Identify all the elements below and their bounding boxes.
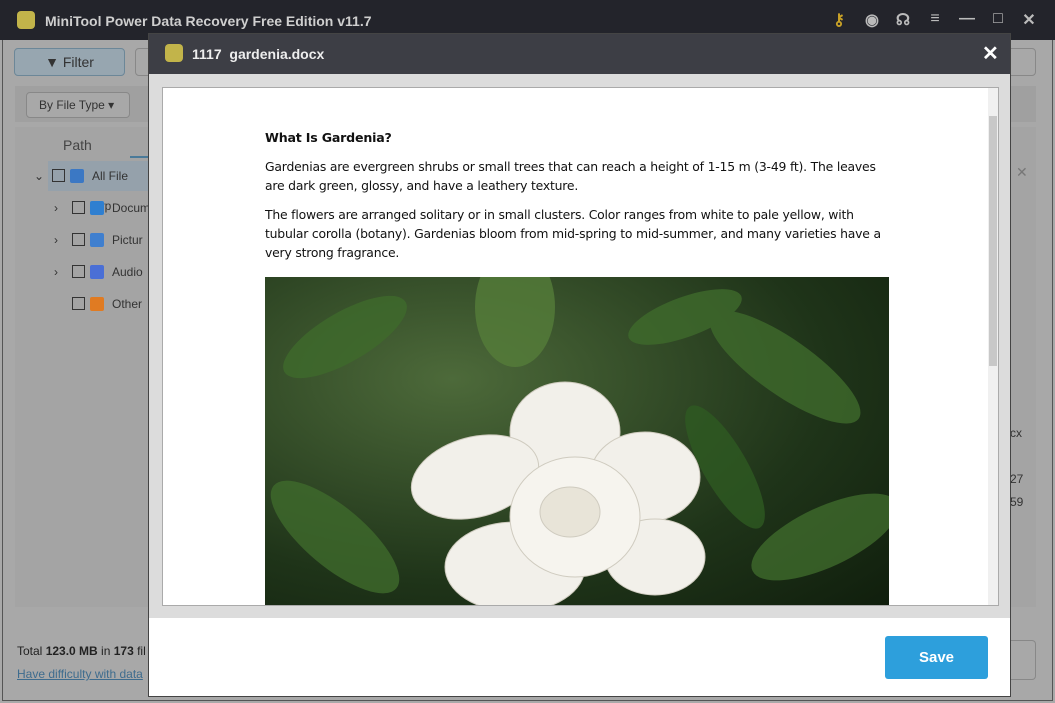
total-summary: Total 123.0 MB in 173 fil [17,644,146,658]
text: in [97,644,114,658]
document-heading: What Is Gardenia? [265,130,392,145]
vertical-scrollbar[interactable] [988,88,998,605]
checkbox[interactable] [72,233,85,246]
total-size: 123.0 MB [45,644,98,658]
app-logo-icon [165,44,183,62]
close-icon[interactable]: ✕ [1016,164,1028,181]
dialog-header: 1117 gardenia.docx ✕ [149,34,1010,74]
tree-item-pictures[interactable]: › Pictur [48,225,150,255]
document-page: What Is Gardenia? Gardenias are evergree… [162,87,999,606]
by-file-type-dropdown[interactable]: By File Type ▾ [26,92,130,118]
close-icon[interactable]: ✕ [982,41,999,66]
paragraph: Gardenias are evergreen shrubs or small … [265,159,876,193]
filter-label: Filter [62,54,94,70]
tab-underline [130,156,150,158]
tree-item-documents[interactable]: › Docum [48,193,150,223]
minimize-icon[interactable]: — [957,10,977,28]
disc-icon[interactable]: ◉ [862,10,882,30]
chevron-right-icon[interactable]: › [54,193,58,223]
document-text: What Is Gardenia? Gardenias are evergree… [265,128,895,272]
maximize-icon[interactable]: □ [988,10,1008,28]
file-number: 1117 [192,46,222,62]
file-info-fragment: 27 [1010,472,1024,486]
tree-item-label: Pictur [112,233,143,247]
key-icon[interactable]: ⚷ [829,10,849,30]
audio-icon [90,265,104,279]
tree-item-all-file-types[interactable]: ⌄ All File Typ [34,161,150,213]
text: Total [17,644,46,658]
checkbox[interactable] [72,201,85,214]
preview-area: What Is Gardenia? Gardenias are evergree… [149,74,1010,618]
file-name: gardenia.docx [229,46,325,62]
filter-button[interactable]: ▼ Filter [14,48,125,76]
recover-button[interactable] [1011,640,1036,680]
file-info-fragment: 59 [1010,495,1024,509]
gardenia-photo [265,277,889,605]
headset-icon[interactable]: ☊ [893,10,913,30]
text: fil [133,644,146,658]
dialog-title: 1117 gardenia.docx [192,46,324,62]
menu-icon[interactable]: ≡ [925,10,945,28]
dropdown-label: By File Type [39,98,105,112]
app-logo-icon [17,11,35,29]
document-icon [90,201,104,215]
file-info-fragment: cx [1010,426,1022,440]
chevron-right-icon[interactable]: › [54,225,58,255]
tree-item-audio[interactable]: › Audio [48,257,150,287]
help-link[interactable]: Have difficulty with data [17,667,143,681]
picture-icon [90,233,104,247]
preview-dialog: 1117 gardenia.docx ✕ What Is Gardenia? G… [148,33,1011,697]
other-file-icon [90,297,104,311]
close-icon[interactable]: ✕ [1019,10,1039,30]
paragraph: The flowers are arranged solitary or in … [265,207,881,260]
scrollbar-thumb[interactable] [989,116,997,366]
tree-item-label: Other [112,297,143,311]
checkbox[interactable] [72,265,85,278]
tree-item-label: Audio [112,265,143,279]
save-button[interactable]: Save [885,636,988,679]
monitor-icon [70,169,84,183]
chevron-down-icon[interactable]: ⌄ [34,161,44,191]
app-title: MiniTool Power Data Recovery Free Editio… [45,13,372,29]
tree-item-label: Docum [112,201,151,215]
checkbox[interactable] [52,169,65,182]
tab-path[interactable]: Path [63,137,92,153]
chevron-right-icon[interactable]: › [54,257,58,287]
file-count: 173 [113,644,134,658]
checkbox[interactable] [72,297,85,310]
tree-item-other[interactable]: Other [48,289,150,319]
